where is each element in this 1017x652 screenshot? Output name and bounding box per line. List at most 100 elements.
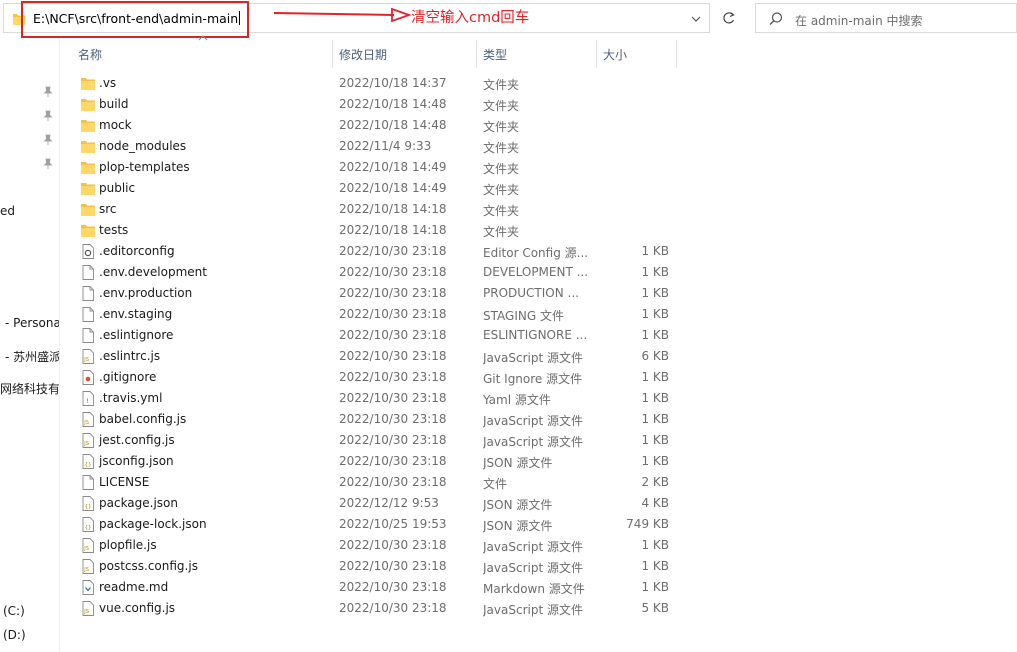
file-row[interactable]: JS vue.config.js 2022/10/30 23:18 JavaScrip… (73, 598, 683, 619)
file-size: 1 KB (641, 538, 669, 552)
folder-row[interactable]: node_modules 2022/11/4 9:33 文件夹 (73, 136, 683, 157)
file-date: 2022/10/30 23:18 (339, 412, 447, 426)
file-row[interactable]: {} jsconfig.json 2022/10/30 23:18 JSON 源文件 1… (73, 451, 683, 472)
file-size: 1 KB (641, 580, 669, 594)
file-row[interactable]: {} package-lock.json 2022/10/25 19:53 JSON … (73, 514, 683, 535)
file-type: 文件夹 (483, 183, 520, 197)
file-name: package.json (99, 496, 179, 510)
folder-icon (81, 78, 95, 90)
file-size: 2 KB (641, 475, 669, 489)
file-row[interactable]: .env.production 2022/10/30 23:18 PRODUCTIO… (73, 283, 683, 304)
chevron-down-icon[interactable] (688, 11, 704, 27)
column-divider[interactable] (596, 40, 597, 68)
nav-item[interactable]: - 苏州盛派 (5, 348, 59, 365)
folder-row[interactable]: mock 2022/10/18 14:48 文件夹 (73, 115, 683, 136)
file-row[interactable]: JS plopfile.js 2022/10/30 23:18 JavaScript … (73, 535, 683, 556)
annotation-arrow-icon (273, 7, 411, 23)
file-size: 1 KB (641, 265, 669, 279)
file-size: 1 KB (641, 244, 669, 258)
file-date: 2022/10/30 23:18 (339, 433, 447, 447)
folder-row[interactable]: .vs 2022/10/18 14:37 文件夹 (73, 73, 683, 94)
file-name: jest.config.js (99, 433, 175, 447)
refresh-icon[interactable] (716, 3, 742, 33)
file-row[interactable]: JS postcss.config.js 2022/10/30 23:18 JavaS… (73, 556, 683, 577)
search-icon (769, 12, 783, 25)
search-box[interactable]: 在 admin-main 中搜索 (755, 3, 1017, 33)
file-date: 2022/10/30 23:18 (339, 475, 447, 489)
file-row[interactable]: .eslintignore 2022/10/30 23:18 ESLINTIGNOR… (73, 325, 683, 346)
column-divider[interactable] (332, 40, 333, 68)
folder-row[interactable]: public 2022/10/18 14:49 文件夹 (73, 178, 683, 199)
file-date: 2022/10/18 14:49 (339, 181, 447, 195)
file-name: .env.development (99, 265, 207, 279)
file-name: .env.production (99, 286, 193, 300)
folder-icon (81, 225, 95, 237)
file-date: 2022/10/30 23:18 (339, 349, 447, 363)
column-divider[interactable] (676, 40, 677, 68)
file-name: .eslintrc.js (99, 349, 161, 363)
file-type: STAGING 文件 (483, 309, 564, 323)
folder-row[interactable]: plop-templates 2022/10/18 14:49 文件夹 (73, 157, 683, 178)
pin-icon[interactable] (43, 110, 53, 122)
file-row[interactable]: JS .eslintrc.js 2022/10/30 23:18 JavaScript… (73, 346, 683, 367)
file-date: 2022/10/30 23:18 (339, 244, 447, 258)
file-date: 2022/10/30 23:18 (339, 454, 447, 468)
pin-icon[interactable] (43, 134, 53, 146)
file-row[interactable]: JS jest.config.js 2022/10/30 23:18 JavaScri… (73, 430, 683, 451)
folder-icon (81, 183, 95, 195)
file-name: .gitignore (99, 370, 157, 384)
javascript-file-icon: JS (82, 433, 94, 448)
file-type: JSON 源文件 (483, 498, 553, 512)
folder-row[interactable]: tests 2022/10/18 14:18 文件夹 (73, 220, 683, 241)
file-date: 2022/10/30 23:18 (339, 307, 447, 321)
column-header-type[interactable]: 类型 (483, 46, 507, 63)
folder-row[interactable]: src 2022/10/18 14:18 文件夹 (73, 199, 683, 220)
nav-item[interactable]: ed (0, 204, 15, 218)
file-size: 1 KB (641, 391, 669, 405)
pin-icon[interactable] (43, 86, 53, 98)
file-row[interactable]: JS babel.config.js 2022/10/30 23:18 JavaScr… (73, 409, 683, 430)
file-size: 5 KB (641, 601, 669, 615)
file-name: public (99, 181, 136, 195)
file-row[interactable]: .editorconfig 2022/10/30 23:18 Editor Conf… (73, 241, 683, 262)
annotation-text: 清空输入cmd回车 (411, 10, 530, 26)
column-header-size[interactable]: 大小 (603, 46, 627, 63)
javascript-file-icon: JS (82, 559, 94, 574)
file-name: postcss.config.js (99, 559, 198, 573)
nav-item[interactable]: 网络科技有限 (0, 380, 59, 397)
svg-text:{}: {} (85, 525, 92, 531)
file-row[interactable]: LICENSE 2022/10/30 23:18 文件 2 KB (73, 472, 683, 493)
file-type: JavaScript 源文件 (483, 540, 583, 554)
nav-item-drive-c[interactable]: (C:) (3, 604, 25, 618)
file-name: .vs (99, 76, 117, 90)
file-icon (82, 328, 94, 343)
file-date: 2022/10/18 14:18 (339, 223, 447, 237)
javascript-file-icon: JS (82, 601, 94, 616)
folder-icon (81, 141, 95, 153)
file-type: Markdown 源文件 (483, 582, 585, 596)
file-name: plopfile.js (99, 538, 157, 552)
column-header-date[interactable]: 修改日期 (339, 46, 387, 63)
file-name: plop-templates (99, 160, 190, 174)
file-row[interactable]: .gitignore 2022/10/30 23:18 Git Ignore 源文件… (73, 367, 683, 388)
file-row[interactable]: ! .travis.yml 2022/10/30 23:18 Yaml 源文件 1 KB (73, 388, 683, 409)
nav-item[interactable]: - Persona (5, 316, 59, 330)
folder-row[interactable]: build 2022/10/18 14:48 文件夹 (73, 94, 683, 115)
file-type: JavaScript 源文件 (483, 435, 583, 449)
file-row[interactable]: .env.development 2022/10/30 23:18 DEVELOPM… (73, 262, 683, 283)
file-row[interactable]: {} package.json 2022/12/12 9:53 JSON 源文件 4 K… (73, 493, 683, 514)
svg-text:{}: {} (85, 504, 92, 510)
svg-text:JS: JS (83, 357, 89, 363)
pin-icon[interactable] (43, 158, 53, 170)
file-type: JSON 源文件 (483, 456, 553, 470)
folder-icon (81, 162, 95, 174)
column-divider[interactable] (476, 40, 477, 68)
file-size: 1 KB (641, 433, 669, 447)
file-date: 2022/12/12 9:53 (339, 496, 439, 510)
column-header-name[interactable]: 名称 (78, 46, 102, 63)
javascript-file-icon: JS (82, 538, 94, 553)
nav-item-drive-d[interactable]: (D:) (3, 628, 26, 642)
file-row[interactable]: .env.staging 2022/10/30 23:18 STAGING 文件 1 … (73, 304, 683, 325)
file-row[interactable]: readme.md 2022/10/30 23:18 Markdown 源文件 1 K… (73, 577, 683, 598)
svg-text:JS: JS (83, 567, 89, 573)
